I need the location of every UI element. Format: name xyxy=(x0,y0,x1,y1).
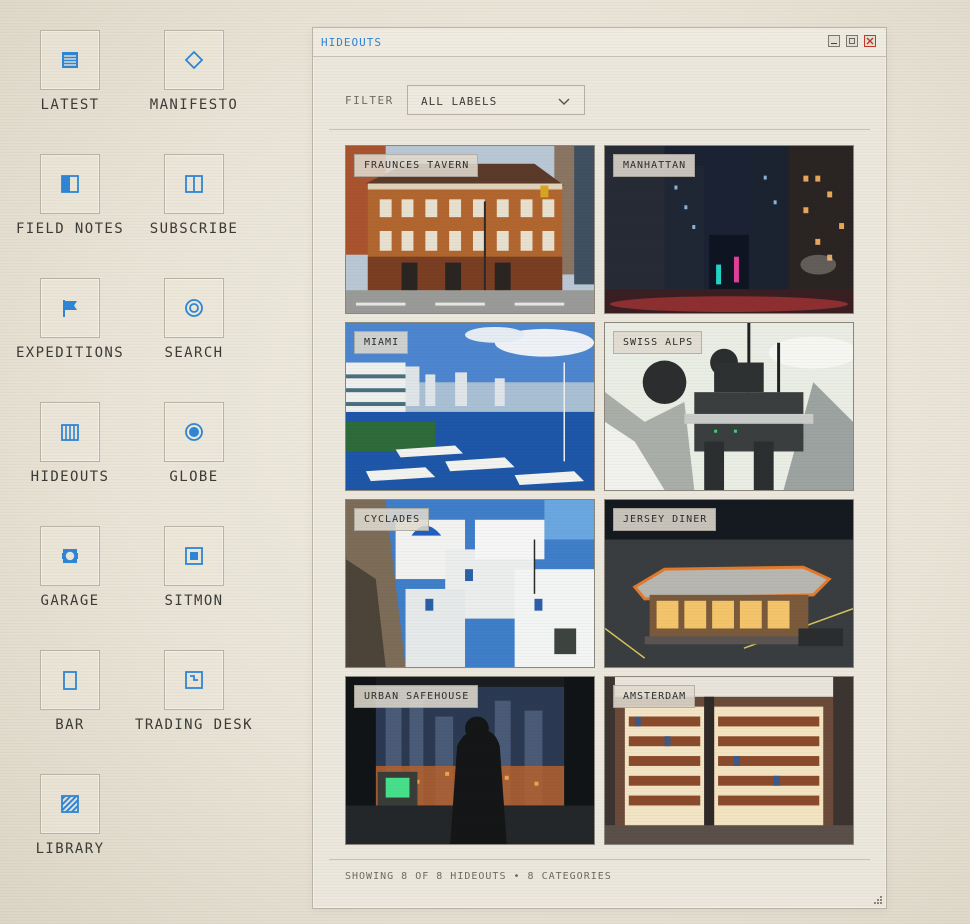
chart-window-icon xyxy=(164,650,224,710)
hideout-card-manhattan[interactable]: MANHATTAN xyxy=(604,145,854,314)
notebook-icon xyxy=(40,154,100,214)
close-button[interactable] xyxy=(864,35,876,47)
list-icon xyxy=(40,30,100,90)
card-label: URBAN SAFEHOUSE xyxy=(354,685,479,708)
desktop-icon-label: LIBRARY xyxy=(35,841,105,857)
resize-grip-icon[interactable] xyxy=(874,896,883,905)
desktop-icon-field-notes[interactable]: FIELD NOTES xyxy=(8,153,132,263)
hideout-card-cyclades[interactable]: CYCLADES xyxy=(345,499,595,668)
columns-icon xyxy=(164,154,224,214)
flag-icon xyxy=(40,278,100,338)
card-label: SWISS ALPS xyxy=(613,331,703,354)
monitor-icon xyxy=(164,526,224,586)
hideouts-window: HIDEOUTS FILTER ALL LABELS FRAUNCES TAVE… xyxy=(312,27,887,909)
desktop-icon-label: SEARCH xyxy=(164,345,224,361)
card-label: CYCLADES xyxy=(354,508,430,531)
desktop-icon-subscribe[interactable]: SUBSCRIBE xyxy=(132,153,256,263)
hideout-card-swiss-alps[interactable]: SWISS ALPS xyxy=(604,322,854,491)
desktop-icon-expeditions[interactable]: EXPEDITIONS xyxy=(8,277,132,387)
chevron-down-icon xyxy=(558,98,570,105)
divider xyxy=(329,859,870,860)
garage-icon xyxy=(40,526,100,586)
building-icon xyxy=(40,402,100,462)
maximize-button[interactable] xyxy=(846,35,858,47)
card-label: AMSTERDAM xyxy=(613,685,696,708)
hideout-card-jersey-diner[interactable]: JERSEY DINER xyxy=(604,499,854,668)
hideout-card-miami[interactable]: MIAMI xyxy=(345,322,595,491)
status-text: SHOWING 8 OF 8 HIDEOUTS • 8 CATEGORIES xyxy=(345,871,612,882)
filter-label: FILTER xyxy=(345,94,394,107)
desktop-icon-label: GARAGE xyxy=(40,593,100,609)
desktop-icon-label: MANIFESTO xyxy=(149,97,239,113)
desktop-icon-hideouts[interactable]: HIDEOUTS xyxy=(8,401,132,511)
minimize-button[interactable] xyxy=(828,35,840,47)
desktop-icon-search[interactable]: SEARCH xyxy=(132,277,256,387)
card-label: MIAMI xyxy=(354,331,409,354)
book-striped-icon xyxy=(40,774,100,834)
hideout-card-amsterdam[interactable]: AMSTERDAM xyxy=(604,676,854,845)
desktop-icon-sitmon[interactable]: SITMON xyxy=(132,525,256,635)
globe-dot-icon xyxy=(164,402,224,462)
card-label: MANHATTAN xyxy=(613,154,696,177)
desktop-icon-label: SUBSCRIBE xyxy=(149,221,239,237)
desktop-icon-manifesto[interactable]: MANIFESTO xyxy=(132,29,256,139)
window-title: HIDEOUTS xyxy=(321,36,382,49)
glass-icon xyxy=(40,650,100,710)
desktop-icon-label: BAR xyxy=(55,717,85,733)
desktop-icon-garage[interactable]: GARAGE xyxy=(8,525,132,635)
diamond-icon xyxy=(164,30,224,90)
desktop-icon-label: HIDEOUTS xyxy=(30,469,110,485)
target-icon xyxy=(164,278,224,338)
card-label: FRAUNCES TAVERN xyxy=(354,154,479,177)
hideout-card-fraunces-tavern[interactable]: FRAUNCES TAVERN xyxy=(345,145,595,314)
desktop-icon-latest[interactable]: LATEST xyxy=(8,29,132,139)
desktop-icon-globe[interactable]: GLOBE xyxy=(132,401,256,511)
window-titlebar[interactable]: HIDEOUTS xyxy=(313,28,886,57)
filter-select[interactable]: ALL LABELS xyxy=(407,85,585,115)
desktop-icon-label: GLOBE xyxy=(169,469,219,485)
desktop-icon-label: FIELD NOTES xyxy=(15,221,125,237)
desktop-icon-label: SITMON xyxy=(164,593,224,609)
desktop-icon-label: TRADING DESK xyxy=(135,717,253,733)
divider xyxy=(329,129,870,130)
filter-select-value: ALL LABELS xyxy=(421,95,498,108)
desktop-icon-label: LATEST xyxy=(40,97,100,113)
card-label: JERSEY DINER xyxy=(613,508,717,531)
close-icon xyxy=(866,37,874,45)
hideout-card-urban-safehouse[interactable]: URBAN SAFEHOUSE xyxy=(345,676,595,845)
desktop-icon-library[interactable]: LIBRARY xyxy=(8,773,132,883)
desktop-icon-bar[interactable]: BAR xyxy=(8,649,132,759)
desktop-icon-trading-desk[interactable]: TRADING DESK xyxy=(132,649,256,759)
desktop-icon-label: EXPEDITIONS xyxy=(15,345,125,361)
